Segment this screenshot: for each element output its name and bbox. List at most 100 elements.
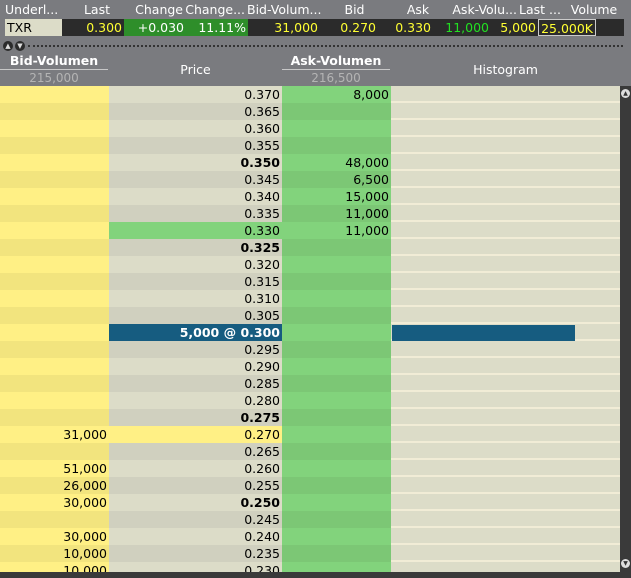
ladder-row[interactable]: 0.335 11,000 — [0, 205, 620, 222]
price-cell[interactable]: 0.260 — [109, 460, 282, 477]
ask-volume-cell[interactable]: 11,000 — [282, 222, 391, 239]
col-last[interactable]: Last — [67, 0, 112, 19]
histogram-cell[interactable] — [391, 341, 620, 358]
histogram-cell[interactable] — [391, 426, 620, 443]
histogram-header[interactable]: Histogram — [391, 53, 620, 86]
histogram-cell[interactable] — [391, 222, 620, 239]
ladder-row[interactable]: 0.360 — [0, 120, 620, 137]
col-ask[interactable]: Ask — [389, 0, 449, 19]
bid-volume-cell[interactable] — [0, 375, 109, 392]
price-cell[interactable]: 0.325 — [109, 239, 282, 256]
price-cell[interactable]: 0.360 — [109, 120, 282, 137]
scrollbar[interactable]: ▲ ▼ — [620, 86, 631, 578]
ladder-row[interactable]: 0.320 — [0, 256, 620, 273]
histogram-cell[interactable] — [391, 137, 620, 154]
price-cell[interactable]: 0.315 — [109, 273, 282, 290]
price-cell[interactable]: 0.310 — [109, 290, 282, 307]
price-cell[interactable]: 0.265 — [109, 443, 282, 460]
histogram-cell[interactable] — [391, 290, 620, 307]
bid-volume-cell[interactable] — [0, 273, 109, 290]
bid-volume-cell[interactable] — [0, 307, 109, 324]
price-cell[interactable]: 0.270 — [109, 426, 282, 443]
ask-volume-cell[interactable]: 11,000 — [282, 205, 391, 222]
histogram-cell[interactable] — [391, 392, 620, 409]
expand-down-icon[interactable]: ▼ — [15, 41, 25, 51]
histogram-cell[interactable] — [391, 358, 620, 375]
ladder-row[interactable]: 26,000 0.255 — [0, 477, 620, 494]
bid-volume-cell[interactable] — [0, 392, 109, 409]
ask-volume-cell[interactable] — [282, 460, 391, 477]
bid-volume-cell[interactable]: 51,000 — [0, 460, 109, 477]
histogram-cell[interactable] — [391, 256, 620, 273]
scroll-down-icon[interactable]: ▼ — [621, 559, 630, 568]
price-cell[interactable]: 0.240 — [109, 528, 282, 545]
histogram-cell[interactable] — [391, 528, 620, 545]
histogram-cell[interactable] — [391, 171, 620, 188]
ladder-row[interactable]: 0.310 — [0, 290, 620, 307]
histogram-cell[interactable] — [391, 443, 620, 460]
ladder-row[interactable]: 0.350 48,000 — [0, 154, 620, 171]
col-change[interactable]: Change — [112, 0, 185, 19]
ladder-row[interactable]: 0.295 — [0, 341, 620, 358]
price-cell[interactable]: 0.320 — [109, 256, 282, 273]
ask-volume-cell[interactable] — [282, 562, 391, 572]
ladder-row[interactable]: 0.305 — [0, 307, 620, 324]
ask-volume-cell[interactable] — [282, 477, 391, 494]
ask-volume-cell[interactable] — [282, 324, 391, 341]
histogram-cell[interactable] — [391, 120, 620, 137]
col-underlying[interactable]: Underl... — [5, 0, 67, 19]
ask-volume-header[interactable]: Ask-Volumen 216,500 — [282, 53, 390, 86]
ladder-row[interactable]: 10,000 0.235 — [0, 545, 620, 562]
histogram-cell[interactable] — [391, 239, 620, 256]
ask-volume-cell[interactable] — [282, 358, 391, 375]
quote-row[interactable]: TXR 0.300 +0.030 11.11% 31,000 0.270 0.3… — [5, 19, 624, 36]
ask-volume-cell[interactable]: 48,000 — [282, 154, 391, 171]
price-cell[interactable]: 0.330 — [109, 222, 282, 239]
price-cell[interactable]: 0.245 — [109, 511, 282, 528]
bid-volume-cell[interactable] — [0, 341, 109, 358]
histogram-cell[interactable] — [391, 103, 620, 120]
histogram-cell[interactable] — [391, 375, 620, 392]
ask-volume-cell[interactable] — [282, 511, 391, 528]
ask-volume-cell[interactable] — [282, 290, 391, 307]
ladder-row[interactable]: 0.340 15,000 — [0, 188, 620, 205]
bid-volume-cell[interactable] — [0, 120, 109, 137]
ask-volume-cell[interactable] — [282, 443, 391, 460]
histogram-cell[interactable] — [391, 562, 620, 572]
price-cell[interactable]: 0.230 — [109, 562, 282, 572]
price-cell[interactable]: 5,000 @ 0.300 — [109, 324, 282, 341]
bid-volume-cell[interactable] — [0, 409, 109, 426]
bid-volume-cell[interactable] — [0, 239, 109, 256]
histogram-cell[interactable] — [391, 188, 620, 205]
ask-volume-cell[interactable] — [282, 528, 391, 545]
price-cell[interactable]: 0.235 — [109, 545, 282, 562]
ask-volume-cell[interactable] — [282, 426, 391, 443]
histogram-cell[interactable] — [391, 494, 620, 511]
price-cell[interactable]: 0.335 — [109, 205, 282, 222]
ladder-row[interactable]: 0.265 — [0, 443, 620, 460]
ask-volume-cell[interactable] — [282, 120, 391, 137]
histogram-cell[interactable] — [391, 477, 620, 494]
histogram-cell[interactable] — [391, 324, 620, 342]
bid-volume-cell[interactable] — [0, 358, 109, 375]
col-bid[interactable]: Bid — [322, 0, 389, 19]
bid-volume-cell[interactable] — [0, 103, 109, 120]
ask-volume-cell[interactable] — [282, 409, 391, 426]
price-cell[interactable]: 0.305 — [109, 307, 282, 324]
bid-volume-cell[interactable] — [0, 511, 109, 528]
ask-volume-cell[interactable] — [282, 375, 391, 392]
ladder-row[interactable]: 30,000 0.240 — [0, 528, 620, 545]
histogram-cell[interactable] — [391, 273, 620, 290]
histogram-cell[interactable] — [391, 511, 620, 528]
price-cell[interactable]: 0.355 — [109, 137, 282, 154]
price-cell[interactable]: 0.295 — [109, 341, 282, 358]
price-cell[interactable]: 0.350 — [109, 154, 282, 171]
bid-volume-cell[interactable] — [0, 86, 109, 103]
ask-volume-cell[interactable] — [282, 545, 391, 562]
bid-volume-cell[interactable] — [0, 205, 109, 222]
ladder-row[interactable]: 0.245 — [0, 511, 620, 528]
ask-volume-cell[interactable] — [282, 392, 391, 409]
ladder-row[interactable]: 30,000 0.250 — [0, 494, 620, 511]
col-last-size[interactable]: Last ... — [519, 0, 565, 19]
scroll-up-icon[interactable]: ▲ — [621, 89, 630, 98]
